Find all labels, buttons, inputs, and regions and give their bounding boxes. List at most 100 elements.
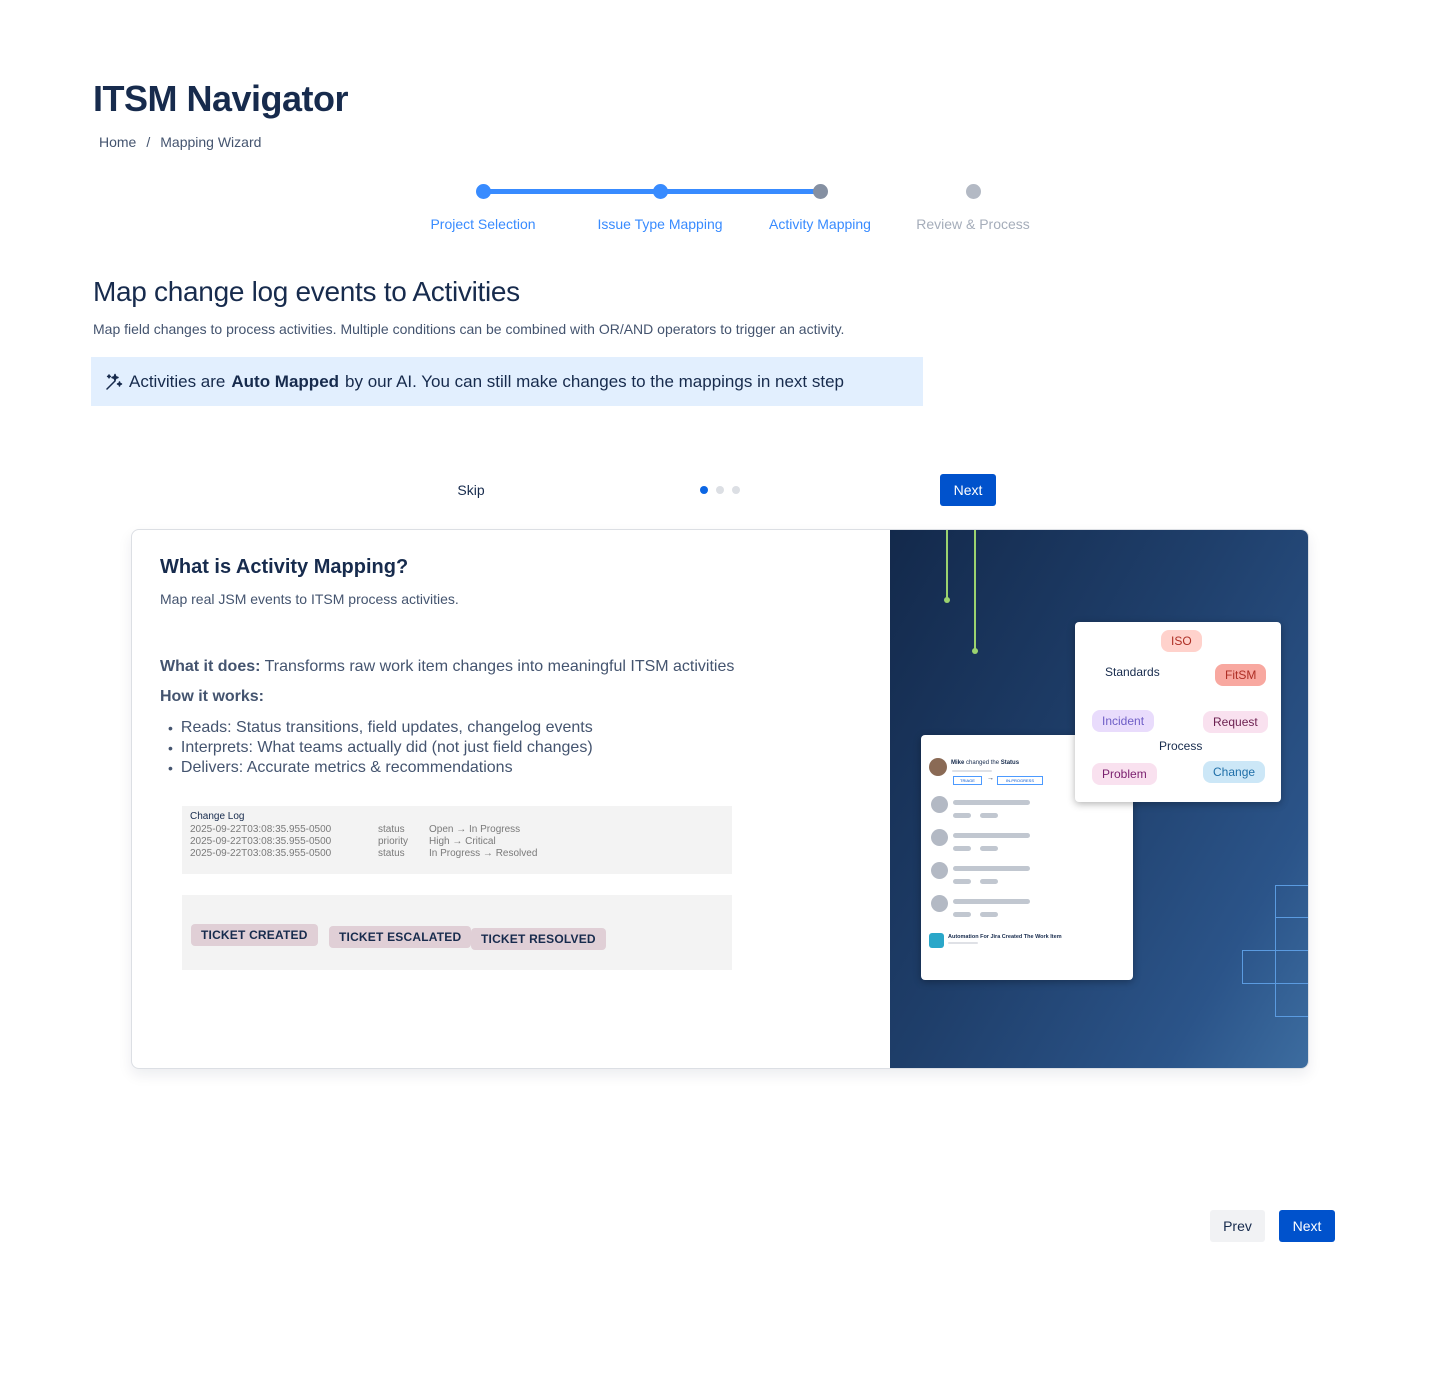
process-pill-change: Change bbox=[1203, 761, 1266, 783]
carousel-dots bbox=[700, 486, 740, 494]
placeholder-bar bbox=[953, 899, 1030, 904]
standards-process-panel: ISO Standards FitSM Incident Request Pro… bbox=[1075, 622, 1281, 802]
placeholder-bar bbox=[980, 912, 998, 917]
carousel-next-button[interactable]: Next bbox=[940, 474, 996, 506]
avatar bbox=[929, 758, 947, 776]
illustration-panel: Mike changed the Status TRIAGE → IN-PROG… bbox=[890, 530, 1309, 1068]
log-field: Status bbox=[1000, 760, 1020, 766]
placeholder-bar bbox=[980, 846, 998, 851]
changelog-field: status bbox=[378, 848, 405, 859]
ai-auto-mapped-banner: Activities are Auto Mapped by our AI. Yo… bbox=[91, 357, 923, 406]
placeholder-avatar bbox=[931, 895, 948, 912]
log-action: changed the bbox=[966, 760, 1000, 766]
changelog-change: Open → In Progress bbox=[429, 824, 521, 835]
changelog-row: 2025-09-22T03:08:35.955-0500 status Open… bbox=[190, 824, 724, 836]
placeholder-bar bbox=[952, 770, 992, 772]
process-pill-incident: Incident bbox=[1092, 710, 1155, 732]
changelog-row: 2025-09-22T03:08:35.955-0500 priority Hi… bbox=[190, 836, 724, 848]
ai-banner-prefix: Activities are bbox=[129, 371, 226, 391]
step-label-issue-type-mapping[interactable]: Issue Type Mapping bbox=[597, 216, 722, 232]
placeholder-bar bbox=[953, 879, 971, 884]
changelog-row: 2025-09-22T03:08:35.955-0500 status In P… bbox=[190, 848, 724, 860]
placeholder-avatar bbox=[931, 829, 948, 846]
changelog-change: High → Critical bbox=[429, 836, 496, 847]
breadcrumb: Home / Mapping Wizard bbox=[99, 134, 261, 150]
step-label-review-process: Review & Process bbox=[916, 216, 1030, 232]
placeholder-avatar bbox=[931, 862, 948, 879]
changelog-time: 2025-09-22T03:08:35.955-0500 bbox=[190, 848, 332, 859]
standard-pill-iso: ISO bbox=[1161, 630, 1202, 652]
status-from-badge: TRIAGE bbox=[953, 776, 982, 785]
carousel-dot-3[interactable] bbox=[732, 486, 740, 494]
decorative-grid-line bbox=[1242, 950, 1243, 983]
how-it-works-label: How it works: bbox=[160, 688, 265, 705]
list-item-text: Delivers: Accurate metrics & recommendat… bbox=[180, 759, 513, 776]
skip-button[interactable]: Skip bbox=[442, 474, 500, 506]
card-subtitle: Map real JSM events to ITSM process acti… bbox=[160, 591, 459, 607]
section-title: Map change log events to Activities bbox=[93, 276, 520, 307]
step-label-project-selection[interactable]: Project Selection bbox=[430, 216, 535, 232]
what-it-does: What it does: Transforms raw work item c… bbox=[160, 658, 734, 676]
section-description: Map field changes to process activities.… bbox=[93, 321, 845, 337]
activity-tag-escalated: TICKET ESCALATED bbox=[329, 926, 472, 948]
step-dot-activity-mapping bbox=[813, 184, 828, 199]
connector-dot bbox=[944, 597, 950, 603]
step-label-activity-mapping[interactable]: Activity Mapping bbox=[769, 216, 871, 232]
changelog-time: 2025-09-22T03:08:35.955-0500 bbox=[190, 836, 332, 847]
list-item-text: Reads: Status transitions, field updates… bbox=[180, 719, 593, 736]
step-dot-review-process bbox=[966, 184, 981, 199]
log-entry-header: Mike changed the Status bbox=[951, 760, 1019, 766]
app-title: ITSM Navigator bbox=[93, 78, 349, 119]
placeholder-bar bbox=[953, 833, 1030, 838]
process-pill-request: Request bbox=[1203, 711, 1268, 733]
prev-button[interactable]: Prev bbox=[1210, 1210, 1265, 1242]
activity-tag-resolved: TICKET RESOLVED bbox=[471, 928, 606, 950]
carousel-dot-1[interactable] bbox=[700, 486, 708, 494]
changelog-time: 2025-09-22T03:08:35.955-0500 bbox=[190, 824, 332, 835]
decorative-grid-line bbox=[1308, 885, 1309, 1016]
placeholder-bar bbox=[980, 879, 998, 884]
how-it-works: How it works: bbox=[160, 688, 264, 706]
process-pill-problem: Problem bbox=[1092, 763, 1157, 785]
placeholder-bar bbox=[948, 942, 978, 944]
automation-icon bbox=[929, 933, 944, 948]
breadcrumb-separator: / bbox=[146, 134, 151, 150]
process-label: Process bbox=[1159, 739, 1203, 753]
step-dot-issue-type-mapping bbox=[653, 184, 668, 199]
carousel-dot-2[interactable] bbox=[716, 486, 724, 494]
ai-banner-suffix: by our AI. You can still make changes to… bbox=[345, 371, 845, 391]
activity-tag-created: TICKET CREATED bbox=[191, 924, 318, 946]
ai-banner-bold: Auto Mapped bbox=[231, 371, 340, 391]
breadcrumb-current-link[interactable]: Mapping Wizard bbox=[160, 134, 261, 150]
bullet-icon: • bbox=[168, 760, 173, 776]
automation-title: Automation For Jira Created The Work Ite… bbox=[948, 934, 1062, 940]
decorative-grid-line bbox=[1275, 885, 1308, 886]
what-it-does-label: What it does: bbox=[160, 658, 261, 675]
bullet-icon: • bbox=[168, 740, 173, 756]
placeholder-bar bbox=[953, 813, 971, 818]
changelog-title: Change Log bbox=[190, 811, 245, 822]
changelog-change: In Progress → Resolved bbox=[429, 848, 538, 859]
connector-line bbox=[974, 530, 976, 650]
changelog-field: status bbox=[378, 824, 405, 835]
log-user: Mike bbox=[951, 760, 965, 766]
placeholder-bar bbox=[953, 866, 1030, 871]
card-content: What is Activity Mapping? Map real JSM e… bbox=[132, 530, 890, 1068]
breadcrumb-home-link[interactable]: Home bbox=[99, 134, 136, 150]
list-item-text: Interprets: What teams actually did (not… bbox=[180, 739, 593, 756]
next-button[interactable]: Next bbox=[1279, 1210, 1335, 1242]
decorative-grid-line bbox=[1275, 917, 1308, 918]
how-it-works-list: • Reads: Status transitions, field update… bbox=[168, 718, 593, 778]
what-it-does-text: Transforms raw work item changes into me… bbox=[264, 658, 735, 675]
decorative-grid-line bbox=[1275, 1016, 1308, 1017]
list-item: • Delivers: Accurate metrics & recommenda… bbox=[168, 758, 593, 778]
placeholder-avatar bbox=[931, 796, 948, 813]
decorative-grid-line bbox=[1275, 885, 1276, 1016]
step-dot-project-selection bbox=[476, 184, 491, 199]
arrow-right-icon: → bbox=[987, 775, 994, 782]
list-item: • Reads: Status transitions, field update… bbox=[168, 718, 593, 738]
status-to-badge: IN-PROGRESS bbox=[997, 776, 1044, 785]
connector-line bbox=[946, 530, 948, 600]
bullet-icon: • bbox=[168, 720, 173, 736]
sparkle-icon bbox=[106, 373, 123, 390]
